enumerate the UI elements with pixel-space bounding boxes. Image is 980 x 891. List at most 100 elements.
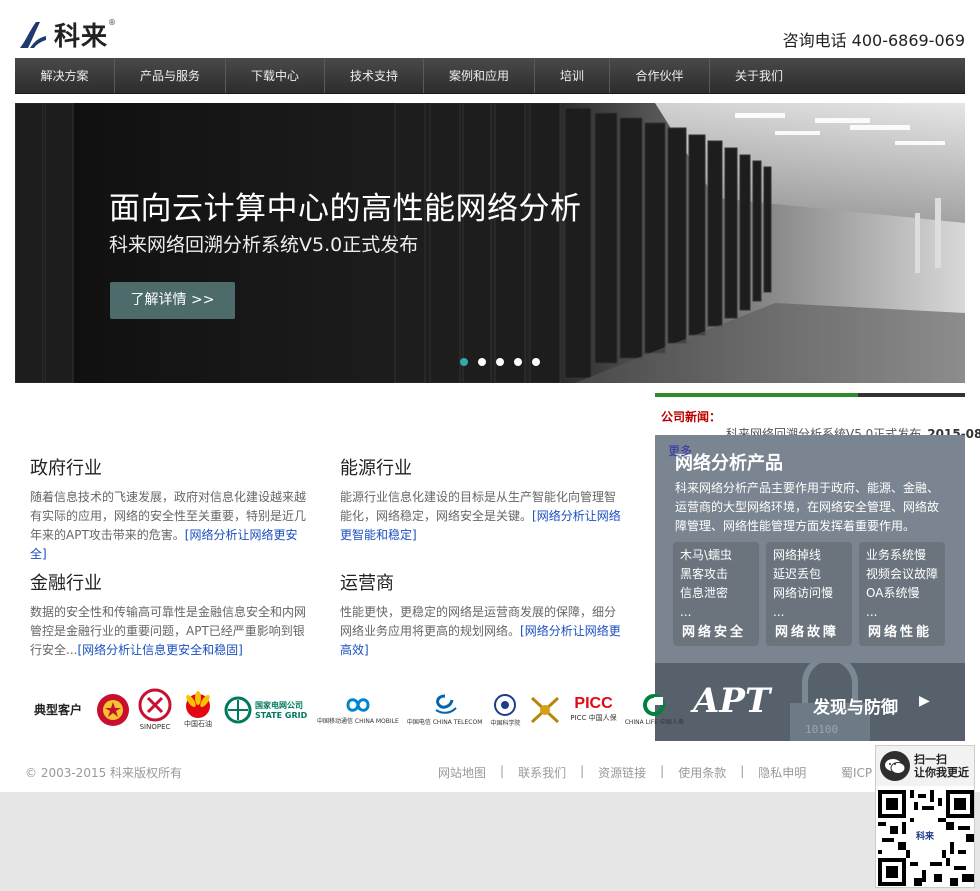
hero-banner: 面向云计算中心的高性能网络分析 科来网络回溯分析系统V5.0正式发布 了解详情 … (15, 103, 965, 383)
product-cards: 木马\蠕虫 黑客攻击 信息泄密 ... 网络安全 网络掉线 延迟丢包 网络访问慢… (673, 542, 945, 646)
nav-item-partners[interactable]: 合作伙伴 (610, 58, 710, 93)
client-logos: 典型客户 SINOPEC 中国石油 国家电网公司 STATE GRID 中国移动… (34, 688, 692, 731)
logo-registered-mark: ® (108, 18, 117, 27)
apt-title: APT (693, 681, 771, 721)
apt-banner[interactable]: 10100 APT 发现与防御 ▶ (655, 663, 965, 741)
card-line: 网络访问慢 (773, 586, 834, 600)
client-caption: PICC 中国人保 (570, 714, 617, 722)
slide-dot[interactable] (532, 358, 540, 366)
card-line: ... (773, 605, 785, 619)
nav-item-solutions[interactable]: 解决方案 (15, 58, 115, 93)
clients-label: 典型客户 (34, 703, 83, 717)
qr-line2: 让你我更近 (914, 766, 969, 779)
industry-title: 政府行业 (30, 458, 102, 479)
industry-government: 政府行业 随着信息技术的飞速发展，政府对信息化建设越来越有实际的应用，网络的安全… (30, 454, 312, 564)
industry-text: 能源行业信息化建设的目标是从生产智能化向管理智能化，网络稳定，网络安全是关键。[… (340, 488, 622, 545)
footer-link-resources[interactable]: 资源链接 (598, 764, 646, 781)
petrochina-logo-icon (186, 691, 210, 718)
news-more-link[interactable]: 更多 (668, 442, 692, 459)
client-logo-gov-emblem[interactable] (96, 693, 130, 727)
card-network-fault[interactable]: 网络掉线 延迟丢包 网络访问慢 ... 网络故障 (766, 542, 852, 646)
news-bar (655, 393, 965, 397)
hotline-text: 咨询电话 400-6869-069 (782, 31, 965, 50)
nav-item-products[interactable]: 产品与服务 (115, 58, 226, 93)
card-line: 延迟丢包 (773, 567, 822, 581)
client-caption: 中国移动通信 CHINA MOBILE (317, 717, 399, 725)
picc-logo-icon: PICC (574, 695, 613, 712)
card-line: 信息泄密 (680, 586, 729, 600)
industry-carrier: 运营商 性能更快，更稳定的网络是运营商发展的保障，细分网络业务应用将更高的规划网… (340, 569, 622, 660)
industry-text: 数据的安全性和传输高可靠性是金融信息安全和内网管控是金融行业的重要问题，APT已… (30, 603, 312, 660)
footer-links: 网站地图 | 联系我们 | 资源链接 | 使用条款 | 隐私申明 (438, 764, 806, 781)
card-line: ... (680, 605, 692, 619)
card-network-security[interactable]: 木马\蠕虫 黑客攻击 信息泄密 ... 网络安全 (673, 542, 759, 646)
apt-caption: 发现与防御 (813, 698, 898, 718)
card-title: 网络故障 (775, 625, 840, 640)
card-line: 黑客攻击 (680, 567, 729, 581)
nav-item-about[interactable]: 关于我们 (710, 58, 808, 93)
card-line: OA系统慢 (866, 586, 920, 600)
card-line: 业务系统慢 (866, 548, 927, 562)
qr-header: 扫一扫 让你我更近 (876, 746, 974, 786)
client-logo-petrochina[interactable]: 中国石油 (180, 690, 216, 729)
client-logo-sinopec[interactable]: SINOPEC (138, 688, 172, 731)
qr-line1: 扫一扫 (914, 753, 947, 766)
client-caption: 中国石油 (184, 720, 212, 728)
qr-widget[interactable]: 扫一扫 让你我更近 科来 (875, 745, 975, 888)
client-logo-china-mobile[interactable]: 中国移动通信 CHINA MOBILE (317, 695, 399, 725)
client-logo-state-grid[interactable]: 国家电网公司 STATE GRID (224, 696, 309, 724)
logo-mark-icon (20, 21, 46, 48)
slide-dot[interactable] (496, 358, 504, 366)
china-life-logo-icon (643, 693, 666, 716)
nav-item-support[interactable]: 技术支持 (325, 58, 424, 93)
footer-separator: | (500, 764, 505, 778)
news-label: 公司新闻： (661, 410, 722, 424)
client-logo-china-telecom[interactable]: 中国电信 CHINA TELECOM (407, 694, 482, 726)
qr-center-logo: 科来 (913, 828, 937, 846)
nav-item-cases[interactable]: 案例和应用 (424, 58, 535, 93)
industry-link[interactable]: [网络分析让信息更安全和稳固] (77, 643, 242, 657)
industry-title: 运营商 (340, 573, 394, 594)
card-line: ... (866, 605, 878, 619)
card-network-performance[interactable]: 业务系统慢 视频会议故障 OA系统慢 ... 网络性能 (859, 542, 945, 646)
client-logo-china-life[interactable]: CHINA LIFE 中国人寿 (625, 693, 684, 726)
copyright: © 2003-2015 科来版权所有 (25, 766, 183, 780)
product-panel: 网络分析产品 科来网络分析产品主要作用于政府、能源、金融、运营商的大型网络环境，… (655, 435, 965, 663)
industry-text: 随着信息技术的飞速发展，政府对信息化建设越来越有实际的应用，网络的安全性至关重要… (30, 488, 312, 564)
card-title: 网络性能 (868, 625, 933, 640)
industry-text: 性能更快，更稳定的网络是运营商发展的保障，细分网络业务应用将更高的规划网络。[网… (340, 603, 622, 660)
card-line: 视频会议故障 (866, 567, 939, 581)
industry-energy: 能源行业 能源行业信息化建设的目标是从生产智能化向管理智能化，网络稳定，网络安全… (340, 454, 622, 545)
footer-link-privacy[interactable]: 隐私申明 (758, 764, 806, 781)
card-title: 网络安全 (682, 625, 747, 640)
slide-dot[interactable] (514, 358, 522, 366)
news-bar-accent (655, 393, 858, 397)
footer-link-sitemap[interactable]: 网站地图 (438, 764, 486, 781)
footer-separator: | (740, 764, 745, 778)
wechat-icon (880, 751, 910, 781)
client-logo-picc[interactable]: PICC PICC 中国人保 (570, 696, 616, 723)
state-grid-logo-icon (224, 696, 252, 723)
client-caption: SINOPEC (139, 723, 171, 731)
logo[interactable]: 科来 ® (16, 16, 116, 53)
card-line: 网络掉线 (773, 548, 822, 562)
industry-finance: 金融行业 数据的安全性和传输高可靠性是金融信息安全和内网管控是金融行业的重要问题… (30, 569, 312, 660)
learn-more-button[interactable]: 了解详情 >> (110, 282, 235, 319)
footer-link-contact[interactable]: 联系我们 (518, 764, 566, 781)
icp-number[interactable]: 蜀ICP (841, 764, 872, 781)
footer-separator: | (660, 764, 665, 778)
footer-separator: | (580, 764, 585, 778)
slide-dot[interactable] (478, 358, 486, 366)
footer-link-terms[interactable]: 使用条款 (678, 764, 726, 781)
client-caption: 中国科学院 (490, 719, 521, 727)
national-emblem-icon (97, 693, 129, 726)
logo-text: 科来 (54, 22, 109, 52)
nav-item-training[interactable]: 培训 (535, 58, 610, 93)
page: 科来 ® 咨询电话 400-6869-069 解决方案 产品与服务 下载中心 技… (0, 0, 980, 792)
client-logo-customs[interactable] (528, 694, 562, 726)
slide-dot[interactable] (460, 358, 468, 366)
china-mobile-logo-icon (346, 697, 370, 712)
client-logo-cas[interactable]: 中国科学院 (490, 693, 520, 727)
nav-item-downloads[interactable]: 下载中心 (226, 58, 325, 93)
industry-title: 能源行业 (340, 458, 412, 479)
